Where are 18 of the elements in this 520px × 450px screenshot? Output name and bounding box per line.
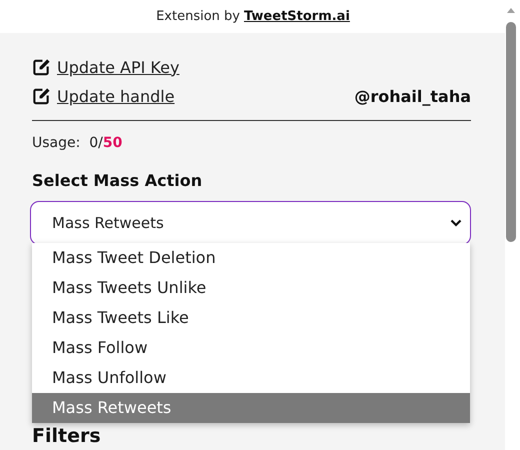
dropdown-option[interactable]: Mass Unfollow (32, 363, 470, 393)
update-link[interactable]: Update handle (57, 84, 175, 108)
usage-text: Usage: 0/50 (32, 134, 122, 153)
section-heading: Filters (32, 427, 101, 446)
dropdown-option[interactable]: Mass Retweets (32, 393, 470, 423)
edit-icon (32, 58, 51, 77)
dropdown-option[interactable]: Mass Follow (32, 333, 470, 363)
mass-action-select[interactable]: Mass Retweets (30, 201, 471, 245)
chevron-down-icon (450, 219, 462, 227)
dropdown-option[interactable]: Mass Tweet Deletion (32, 243, 470, 273)
update-link[interactable]: Update API Key (57, 56, 180, 80)
section-label: Select Mass Action (32, 170, 202, 192)
credit-text: Extension by (156, 8, 240, 26)
edit-icon (32, 87, 51, 106)
brand-link[interactable]: TweetStorm.ai (244, 6, 350, 26)
dropdown-option[interactable]: Mass Tweets Unlike (32, 273, 470, 303)
handle-text: @rohail_taha (354, 86, 471, 108)
dropdown-option[interactable]: Mass Tweets Like (32, 303, 470, 333)
